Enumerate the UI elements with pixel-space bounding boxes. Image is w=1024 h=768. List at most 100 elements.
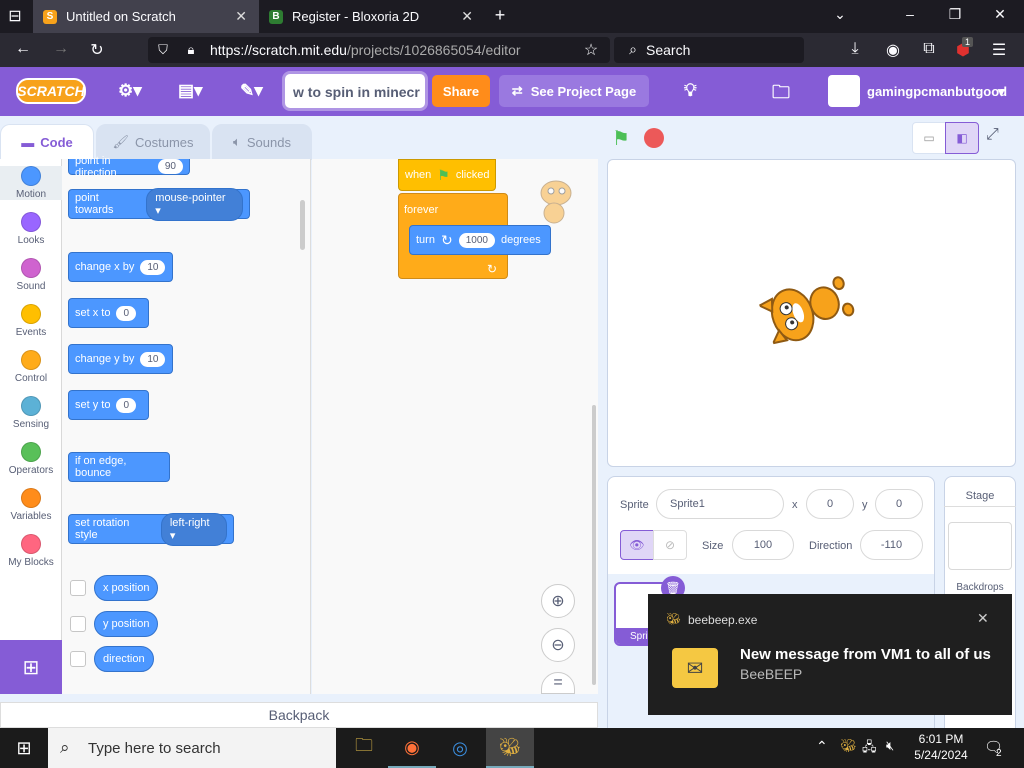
reload-icon[interactable]: ↻	[86, 40, 108, 60]
volume-muted-icon[interactable]: 🔇︎	[886, 738, 894, 754]
category-sound[interactable]: Sound	[0, 258, 62, 292]
script-scrollbar[interactable]	[592, 405, 596, 685]
account-dropdown-icon[interactable]: ▾	[998, 84, 1005, 100]
sprite-name-field[interactable]: Sprite1	[656, 489, 784, 519]
restore-icon[interactable]: ❐	[945, 6, 965, 23]
rotation-style-block[interactable]: set rotation style left-right ▾	[68, 512, 234, 546]
shield-icon[interactable]: ⛉	[152, 42, 174, 58]
backpack[interactable]: Backpack	[0, 702, 598, 728]
set-y-block[interactable]: set y to 0	[68, 390, 149, 420]
back-icon[interactable]: ←	[12, 40, 34, 58]
block-value[interactable]: 10	[140, 259, 166, 275]
minimize-icon[interactable]: –	[900, 6, 920, 22]
stop-icon[interactable]	[644, 128, 664, 148]
file-menu-icon[interactable]: ▤▾	[178, 81, 203, 101]
see-project-page-button[interactable]: ⇄ See Project Page	[499, 75, 649, 107]
category-control[interactable]: Control	[0, 350, 62, 384]
y-position-reporter[interactable]: y position	[94, 611, 159, 637]
network-icon[interactable]: 🖧	[862, 738, 877, 760]
zoom-in-icon[interactable]: ⊕	[541, 584, 575, 618]
x-field[interactable]: 0	[806, 489, 854, 519]
green-flag-icon[interactable]: ⚑	[612, 126, 630, 151]
green-flag-icon: ⚑	[437, 166, 450, 183]
y-position-checkbox[interactable]	[70, 616, 86, 632]
direction-reporter[interactable]: direction	[94, 646, 154, 672]
chrome-icon[interactable]: ◎	[436, 728, 484, 768]
point-in-direction-block[interactable]: point in direction 90	[68, 155, 190, 179]
settings-gear-icon[interactable]: ⚙▾	[118, 81, 142, 101]
category-variables[interactable]: Variables	[0, 488, 62, 522]
tab-sounds-label: Sounds	[246, 134, 291, 150]
direction-field[interactable]: -110	[860, 530, 923, 560]
my-stuff-folder-icon[interactable]: 🗀	[772, 80, 790, 110]
download-icon[interactable]: ⤓	[844, 40, 866, 58]
close-tab-icon[interactable]: ✕	[461, 8, 473, 25]
hide-sprite-eye-icon[interactable]: ⊘	[653, 530, 687, 560]
change-y-block[interactable]: change y by 10	[68, 344, 173, 374]
firefox-icon[interactable]: ◉	[388, 728, 436, 768]
turn-block[interactable]: turn ↻ 1000 degrees	[409, 225, 551, 255]
category-sensing[interactable]: Sensing	[0, 396, 62, 430]
show-sprite-eye-icon[interactable]: 👁︎	[620, 530, 654, 560]
zoom-out-icon[interactable]: ⊖	[541, 628, 575, 662]
change-x-block[interactable]: change x by 10	[68, 252, 173, 282]
y-field[interactable]: 0	[875, 489, 923, 519]
file-explorer-icon[interactable]: 🗀	[340, 728, 388, 768]
taskbar-search-box[interactable]: Type here to search	[48, 728, 336, 768]
beebeep-taskbar-icon[interactable]: 🐝︎	[486, 728, 534, 768]
category-operators[interactable]: Operators	[0, 442, 62, 476]
tab-overview-icon[interactable]: ⊟	[4, 6, 26, 26]
block-dropdown[interactable]: mouse-pointer ▾	[146, 187, 243, 221]
close-notification-icon[interactable]: ✕	[977, 610, 989, 627]
turn-label: turn	[416, 234, 435, 246]
category-my-blocks[interactable]: My Blocks	[0, 534, 62, 568]
share-button[interactable]: Share	[432, 75, 490, 107]
list-tabs-icon[interactable]: ⌄	[830, 6, 850, 23]
add-extension-button[interactable]: ⊞	[0, 640, 62, 694]
turn-value[interactable]: 1000	[458, 232, 495, 248]
username[interactable]: gamingpcmanbutgood	[867, 84, 1007, 99]
bounce-block[interactable]: if on edge, bounce	[68, 452, 170, 482]
direction-checkbox[interactable]	[70, 651, 86, 667]
account-icon[interactable]: ◉	[882, 40, 904, 60]
point-towards-block[interactable]: point towards mouse-pointer ▾	[68, 187, 250, 221]
windows-start-icon[interactable]: ⊞	[0, 728, 48, 768]
category-looks[interactable]: Looks	[0, 212, 62, 246]
large-stage-icon[interactable]: ◧	[945, 122, 979, 154]
close-window-icon[interactable]: ✕	[990, 6, 1010, 23]
tab-scratch[interactable]: S Untitled on Scratch ✕	[33, 0, 259, 33]
new-tab-icon[interactable]: +	[490, 5, 510, 26]
x-position-checkbox[interactable]	[70, 580, 86, 596]
block-dropdown[interactable]: left-right ▾	[160, 512, 227, 546]
extensions-icon[interactable]: ⧉	[918, 40, 940, 58]
category-motion[interactable]: Motion	[0, 166, 62, 200]
palette-scrollbar[interactable]	[300, 200, 305, 250]
clock[interactable]: 6:01 PM 5/24/2024	[914, 732, 968, 762]
when-flag-clicked-block[interactable]: when ⚑ clicked	[398, 159, 496, 191]
lightbulb-icon[interactable]: 💡︎	[684, 80, 697, 101]
menu-icon[interactable]: ☰	[988, 40, 1010, 60]
tray-chevron-icon[interactable]: ⌃	[816, 738, 828, 755]
x-position-reporter[interactable]: x position	[94, 575, 159, 601]
stage-thumbnail[interactable]	[948, 522, 1012, 570]
block-value[interactable]: 0	[116, 397, 137, 413]
size-field[interactable]: 100	[732, 530, 794, 560]
tab-sounds[interactable]: 🔈︎ Sounds	[212, 124, 312, 160]
scratch-logo[interactable]: SCRATCH	[16, 78, 86, 104]
project-title-input[interactable]: w to spin in minecr	[285, 74, 425, 108]
lock-icon[interactable]: 🔒︎	[180, 42, 202, 58]
url-text[interactable]: https://scratch.mit.edu/projects/1026865…	[210, 42, 521, 58]
block-value[interactable]: 10	[140, 351, 166, 367]
block-value[interactable]: 0	[116, 305, 137, 321]
fullscreen-icon[interactable]: ⤢	[986, 126, 999, 144]
tray-beebeep-icon[interactable]: 🐝︎	[840, 738, 857, 754]
category-events[interactable]: Events	[0, 304, 62, 338]
forward-icon[interactable]: →	[50, 40, 72, 58]
close-tab-icon[interactable]: ✕	[235, 8, 247, 25]
small-stage-icon[interactable]: ▭	[912, 122, 946, 154]
edit-menu-icon[interactable]: ✎▾	[240, 81, 263, 101]
tab-bloxoria[interactable]: B Register - Bloxoria 2D ✕	[259, 0, 485, 33]
avatar[interactable]	[828, 75, 860, 107]
set-x-block[interactable]: set x to 0	[68, 298, 149, 328]
bookmark-star-icon[interactable]: ☆	[580, 40, 602, 60]
